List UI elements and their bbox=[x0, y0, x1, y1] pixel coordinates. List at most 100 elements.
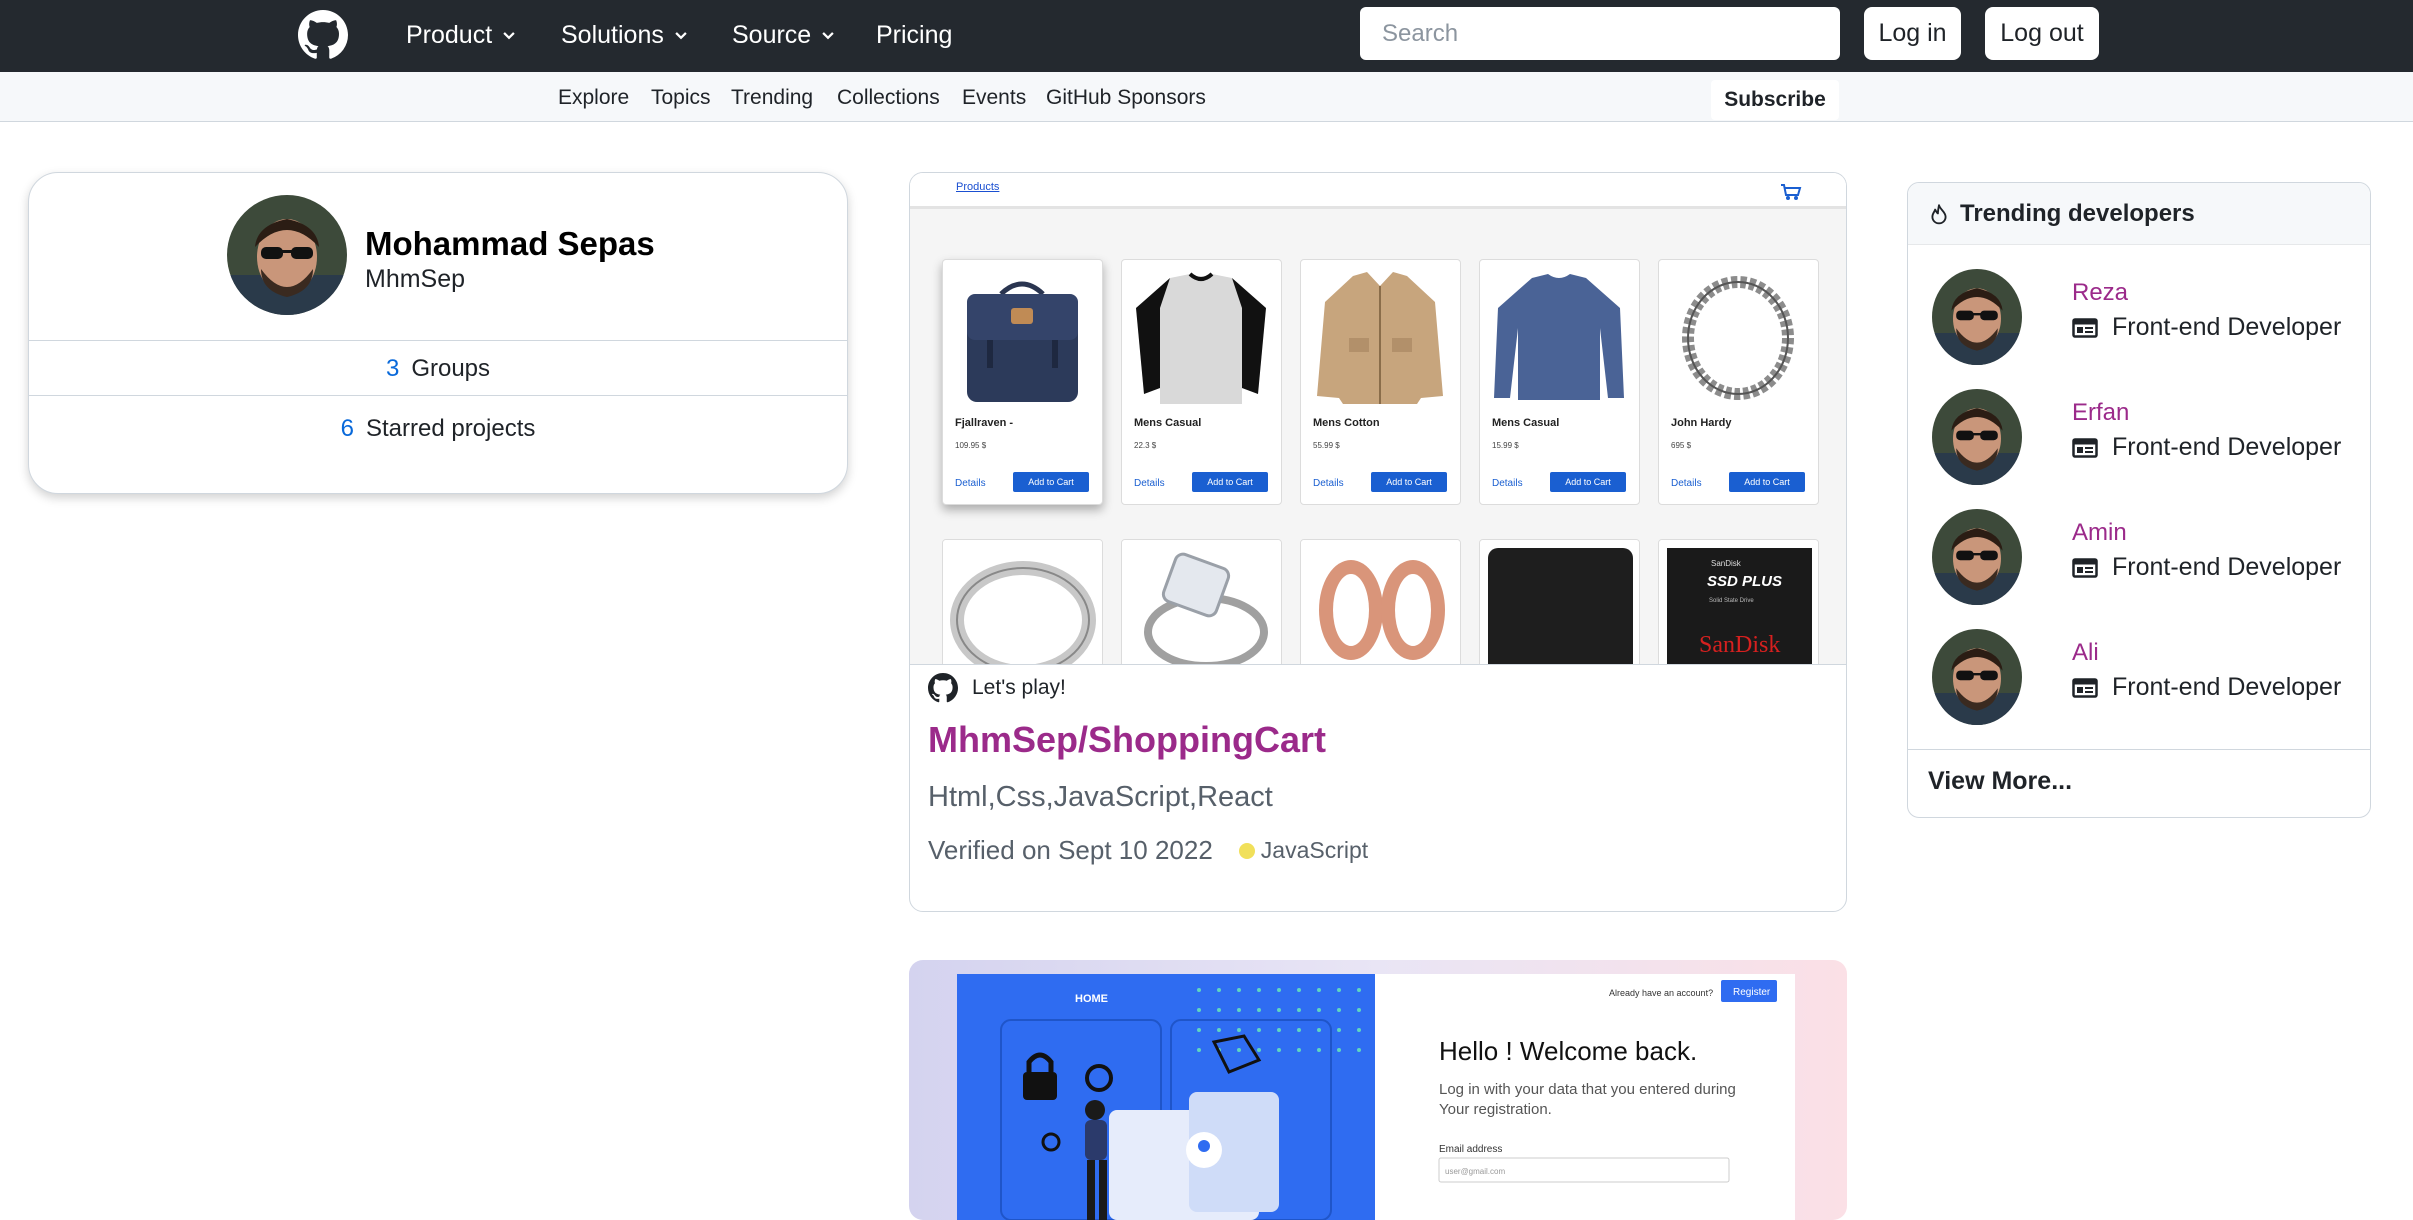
nav-source[interactable]: Source bbox=[732, 18, 835, 52]
product-image-bracelet bbox=[1667, 268, 1810, 408]
product-details-link: Details bbox=[1134, 478, 1165, 489]
product-card bbox=[1300, 539, 1461, 664]
product-card bbox=[1121, 539, 1282, 664]
search-input[interactable] bbox=[1360, 7, 1840, 60]
product-card: John Hardy 695 $ Details Add to Cart bbox=[1658, 259, 1819, 505]
project-screenshot[interactable]: Products Fjallraven - 109.95 $ Details A… bbox=[910, 173, 1846, 665]
ssd-subtitle: Solid State Drive bbox=[1709, 598, 1754, 604]
login-button[interactable]: Log in bbox=[1864, 7, 1961, 60]
product-name: Fjallraven - bbox=[955, 417, 1014, 429]
avatar[interactable] bbox=[1932, 629, 2022, 725]
github-logo-icon bbox=[928, 673, 958, 703]
add-to-cart-button: Add to Cart bbox=[1371, 472, 1447, 492]
product-image-longsleeve bbox=[1488, 268, 1631, 408]
chevron-down-icon bbox=[822, 32, 834, 40]
profile-card: Mohammad Sepas MhmSep 3 Groups 6 Starred p… bbox=[28, 172, 848, 494]
repo-meta: Verified on Sept 10 2022 JavaScript bbox=[928, 835, 1368, 866]
product-details-link: Details bbox=[955, 478, 986, 489]
product-card bbox=[1479, 539, 1640, 664]
chevron-down-icon bbox=[675, 32, 687, 40]
developer-item[interactable]: Amin Front-end Developer bbox=[1932, 509, 2352, 609]
nav-product-label: Product bbox=[406, 20, 493, 49]
groups-stat[interactable]: 3 Groups bbox=[29, 355, 847, 383]
avatar[interactable] bbox=[1932, 269, 2022, 365]
product-name: John Hardy bbox=[1671, 417, 1732, 429]
product-details-link: Details bbox=[1671, 478, 1702, 489]
product-image-ssd: SanDisk SSD PLUS Solid State Drive SanDi… bbox=[1659, 540, 1818, 664]
product-image-hard-drive bbox=[1480, 540, 1639, 664]
developer-role: Front-end Developer bbox=[2072, 553, 2341, 582]
starred-stat[interactable]: 6 Starred projects bbox=[29, 415, 847, 443]
subnav-github-sponsors[interactable]: GitHub Sponsors bbox=[1046, 86, 1206, 110]
nav-pricing[interactable]: Pricing bbox=[876, 18, 952, 52]
sub-navbar: Explore Topics Trending Collections Even… bbox=[0, 72, 2413, 122]
developer-name-link[interactable]: Reza bbox=[2072, 279, 2128, 307]
subscribe-button[interactable]: Subscribe bbox=[1711, 80, 1839, 120]
product-name: Mens Cotton bbox=[1313, 417, 1380, 429]
screenshot-subtext: Log in with your data that you entered d… bbox=[1439, 1081, 1736, 1118]
ssd-brand: SanDisk bbox=[1699, 632, 1780, 658]
repo-language: JavaScript bbox=[1260, 837, 1369, 863]
repo-title-link[interactable]: MhmSep/ShoppingCart bbox=[928, 719, 1326, 761]
view-more-link[interactable]: View More... bbox=[1928, 767, 2072, 796]
screenshot-register-button: Register bbox=[1733, 987, 1771, 998]
trending-header: Trending developers bbox=[1908, 183, 2370, 245]
developer-role: Front-end Developer bbox=[2072, 433, 2341, 462]
divider bbox=[29, 340, 847, 341]
product-card: Mens Casual 15.99 $ Details Add to Cart bbox=[1479, 259, 1640, 505]
nav-solutions[interactable]: Solutions bbox=[561, 18, 688, 52]
product-image-tunnels bbox=[1301, 540, 1460, 664]
subnav-trending[interactable]: Trending bbox=[731, 86, 813, 110]
developer-role-text: Front-end Developer bbox=[2112, 673, 2342, 701]
starred-count: 6 bbox=[340, 415, 354, 442]
cart-icon bbox=[1781, 184, 1802, 200]
product-details-link: Details bbox=[1313, 478, 1344, 489]
avatar[interactable] bbox=[227, 195, 347, 315]
github-logo-icon[interactable] bbox=[298, 10, 348, 60]
subnav-topics[interactable]: Topics bbox=[651, 86, 711, 110]
profile-name: Mohammad Sepas bbox=[365, 225, 655, 262]
developer-name-link[interactable]: Erfan bbox=[2072, 399, 2129, 427]
screenshot-home-label: HOME bbox=[1075, 993, 1108, 1005]
id-card-icon bbox=[2072, 677, 2098, 698]
subnav-events[interactable]: Events bbox=[962, 86, 1026, 110]
logout-button[interactable]: Log out bbox=[1985, 7, 2099, 60]
developer-role-text: Front-end Developer bbox=[2112, 553, 2342, 581]
product-image-diamond-ring bbox=[1122, 540, 1281, 664]
developer-item[interactable]: Erfan Front-end Developer bbox=[1932, 389, 2352, 489]
repo-description: Html,Css,JavaScript,React bbox=[928, 781, 1273, 813]
project-screenshot[interactable]: HOME Already have an account? Register H… bbox=[909, 960, 1847, 1220]
add-to-cart-button: Add to Cart bbox=[1192, 472, 1268, 492]
product-card: Mens Cotton 55.99 $ Details Add to Cart bbox=[1300, 259, 1461, 505]
add-to-cart-button: Add to Cart bbox=[1550, 472, 1626, 492]
add-to-cart-button: Add to Cart bbox=[1729, 472, 1805, 492]
avatar[interactable] bbox=[1932, 389, 2022, 485]
subnav-explore[interactable]: Explore bbox=[558, 86, 629, 110]
language-color-dot bbox=[1238, 842, 1255, 859]
product-card: Fjallraven - 109.95 $ Details Add to Car… bbox=[942, 259, 1103, 505]
nav-product[interactable]: Product bbox=[406, 18, 516, 52]
divider bbox=[29, 395, 847, 396]
developer-role-text: Front-end Developer bbox=[2112, 313, 2342, 341]
developer-name-link[interactable]: Ali bbox=[2072, 639, 2099, 667]
flame-icon bbox=[1931, 203, 1947, 224]
avatar[interactable] bbox=[1932, 509, 2022, 605]
developer-item[interactable]: Ali Front-end Developer bbox=[1932, 629, 2352, 729]
subnav-collections[interactable]: Collections bbox=[837, 86, 940, 110]
product-image-shirt bbox=[1130, 268, 1273, 408]
verified-date: Verified on Sept 10 2022 bbox=[928, 835, 1213, 865]
product-price: 15.99 $ bbox=[1492, 441, 1519, 450]
project-card: Products Fjallraven - 109.95 $ Details A… bbox=[909, 172, 1847, 912]
screenshot-already-text: Already have an account? bbox=[1609, 988, 1713, 998]
product-price: 109.95 $ bbox=[955, 441, 987, 450]
product-image-ring bbox=[943, 540, 1102, 664]
nav-source-label: Source bbox=[732, 20, 812, 49]
project-tagline: Let's play! bbox=[928, 673, 1066, 703]
developer-name-link[interactable]: Amin bbox=[2072, 519, 2127, 547]
screenshot-email-placeholder: user@gmail.com bbox=[1445, 1167, 1505, 1176]
project-card: HOME Already have an account? Register H… bbox=[909, 960, 1847, 1220]
developer-item[interactable]: Reza Front-end Developer bbox=[1932, 269, 2352, 369]
ssd-brand-small: SanDisk bbox=[1711, 559, 1742, 568]
screenshot-header: Products bbox=[910, 173, 1846, 209]
trending-title: Trending developers bbox=[1960, 199, 2195, 227]
